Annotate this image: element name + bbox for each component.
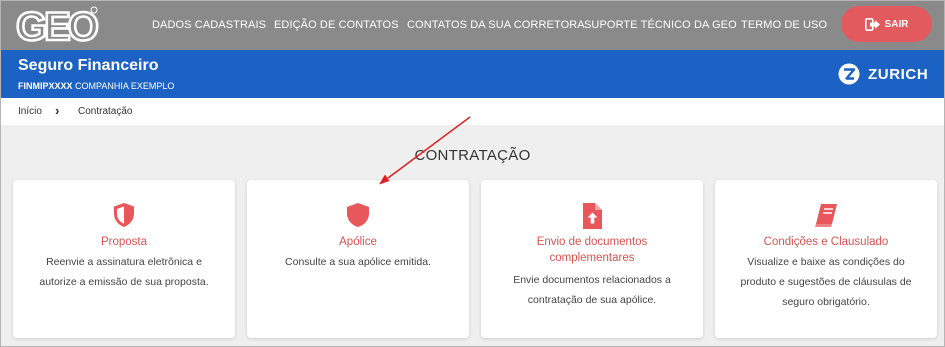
annotation-arrow <box>379 116 471 185</box>
